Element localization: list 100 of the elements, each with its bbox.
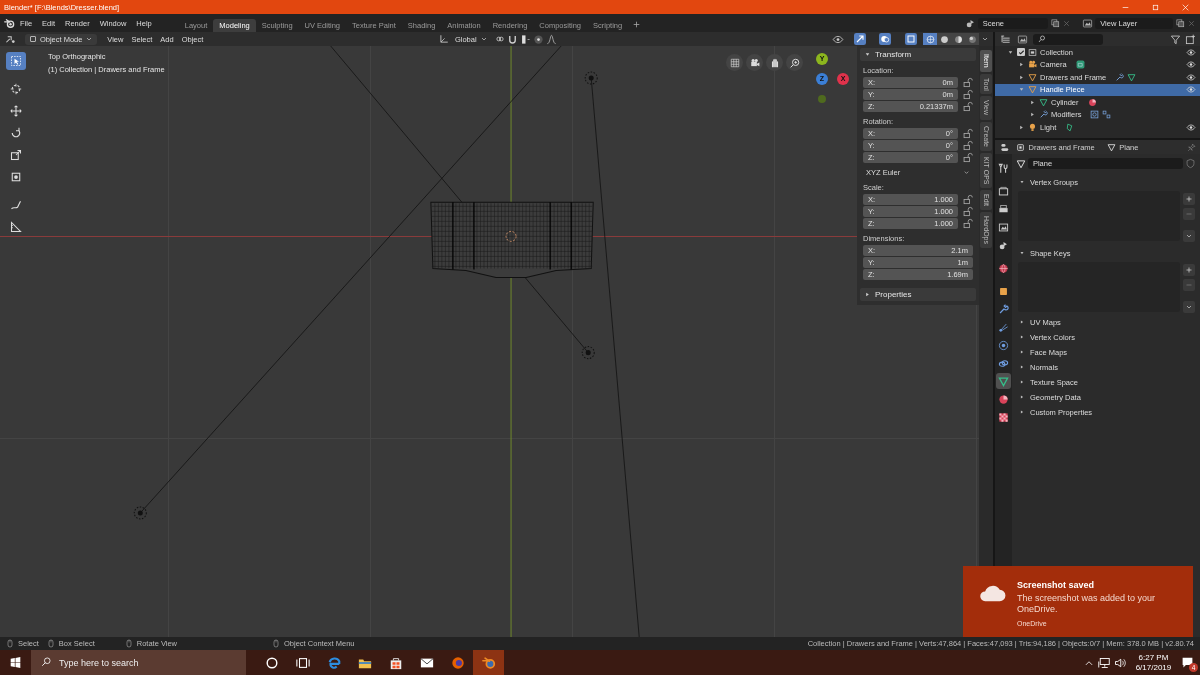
magnet-icon[interactable] (507, 33, 519, 45)
globe-icon (998, 262, 1009, 274)
wireframe-sphere-icon (925, 34, 935, 44)
search-icon (41, 657, 51, 667)
close-icon[interactable] (1180, 2, 1190, 12)
speaker-icon[interactable] (1113, 656, 1126, 669)
modifier-icon[interactable] (1102, 110, 1112, 120)
search-field[interactable]: Type here to search (31, 650, 246, 675)
view-layer-icon[interactable] (1015, 33, 1029, 45)
gizmo-icon[interactable] (853, 33, 866, 45)
hand-icon[interactable] (769, 57, 780, 68)
lamp-drawing (581, 346, 595, 360)
caret-icon (85, 35, 94, 43)
fox-globe-icon (450, 655, 465, 670)
panel-title: Transform (875, 49, 912, 60)
toast-message: The screenshot was added to your OneDrive. (1017, 592, 1157, 615)
properties-tab[interactable] (996, 373, 1011, 389)
notification-icon[interactable] (1181, 656, 1194, 669)
pivot-icon[interactable] (493, 34, 506, 44)
proportional-icon[interactable] (533, 33, 545, 45)
snap-target-icon[interactable] (520, 33, 532, 45)
disclosure-triangle-icon[interactable] (1007, 48, 1014, 56)
blender-logo-icon[interactable] (4, 17, 15, 29)
link-icon (998, 357, 1009, 369)
specials-menu-button[interactable] (1183, 230, 1195, 242)
disclosure-triangle-icon[interactable] (1029, 111, 1036, 119)
modifier-icon[interactable] (1115, 72, 1125, 82)
orbit-icon (998, 339, 1009, 351)
axis-gizmo-dot[interactable] (818, 95, 826, 103)
move-tool-icon (10, 105, 22, 117)
eye-icon[interactable] (1186, 47, 1196, 57)
falloff-curve-icon[interactable] (546, 33, 557, 45)
padlock-icon[interactable] (962, 128, 973, 139)
network-icon[interactable] (1098, 656, 1111, 669)
eye-icon[interactable] (1186, 60, 1196, 70)
modifier-icon[interactable] (1090, 110, 1100, 120)
mesh-icon[interactable] (1016, 158, 1026, 169)
measure-tool-icon (10, 221, 22, 233)
checkbox[interactable] (1017, 48, 1025, 57)
disclosure-triangle-icon[interactable] (1018, 61, 1025, 69)
select-tool-icon (10, 55, 22, 67)
padlock-icon[interactable] (962, 101, 973, 112)
maximize-icon[interactable] (1150, 2, 1160, 12)
add-icon[interactable] (632, 20, 642, 29)
eye-icon[interactable] (1186, 72, 1196, 82)
lamp-drawing (133, 506, 147, 520)
search-field[interactable] (1032, 33, 1103, 45)
eye-icon[interactable] (1186, 122, 1196, 132)
disclosure-triangle-icon[interactable] (1018, 73, 1025, 81)
rendered-sphere-icon (967, 34, 977, 44)
disclosure-triangle-icon[interactable] (1029, 98, 1036, 106)
tool-icon (998, 162, 1009, 174)
image-icon (998, 221, 1009, 233)
mesh-data-icon[interactable] (1127, 72, 1137, 82)
padlock-icon[interactable] (962, 218, 973, 229)
specials-menu-button[interactable] (1183, 301, 1195, 313)
material-sphere-icon (953, 34, 963, 44)
padlock-icon[interactable] (962, 89, 973, 100)
caret-icon (1185, 303, 1193, 311)
copy-icon[interactable] (1175, 18, 1186, 28)
padlock-icon[interactable] (962, 140, 973, 151)
view-layer-icon[interactable] (1082, 17, 1094, 29)
browser-e-icon (326, 655, 341, 670)
disclosure-triangle-icon[interactable] (1018, 123, 1025, 131)
add-button[interactable] (1183, 193, 1195, 205)
display-mode-icon[interactable] (999, 33, 1012, 45)
windows-logo-icon (10, 657, 21, 668)
eye-icon[interactable] (831, 33, 844, 45)
light-data-icon[interactable] (1065, 122, 1075, 132)
overlays-icon[interactable] (879, 33, 892, 45)
tool-button[interactable] (6, 52, 26, 70)
x-ray-icon[interactable] (905, 33, 918, 45)
add-button[interactable] (1183, 264, 1195, 276)
orientation-icon[interactable] (439, 34, 450, 44)
zoom-icon[interactable] (789, 57, 800, 68)
padlock-icon[interactable] (962, 194, 973, 205)
caret-icon (963, 169, 970, 176)
mesh-icon (1106, 142, 1116, 152)
panel-header[interactable]: Properties (860, 288, 976, 301)
camera-icon[interactable] (749, 57, 760, 68)
toast-title: Screenshot saved (1017, 580, 1096, 591)
copy-icon[interactable] (1049, 18, 1060, 28)
camera-data-icon[interactable] (1075, 60, 1085, 70)
filter-icon[interactable] (1170, 33, 1182, 45)
padlock-icon[interactable] (962, 152, 973, 163)
shading-solid-button[interactable] (937, 33, 952, 45)
grid-icon[interactable] (729, 57, 740, 68)
panel-header[interactable]: Transform (860, 48, 976, 61)
pin-icon[interactable] (1187, 142, 1196, 152)
editor-type-icon[interactable] (4, 33, 17, 45)
clock[interactable]: 6:27 PM 6/17/2019 (1135, 652, 1172, 673)
new-collection-icon[interactable] (1185, 33, 1196, 45)
padlock-icon[interactable] (962, 206, 973, 217)
mesh-data-icon (1039, 97, 1048, 107)
padlock-icon[interactable] (962, 77, 973, 88)
object-icon (1015, 142, 1025, 152)
shading-wireframe-button[interactable] (923, 33, 938, 45)
material-icon[interactable] (1087, 97, 1097, 107)
shading-rendered-button[interactable] (965, 33, 980, 45)
checker-icon (998, 411, 1009, 423)
